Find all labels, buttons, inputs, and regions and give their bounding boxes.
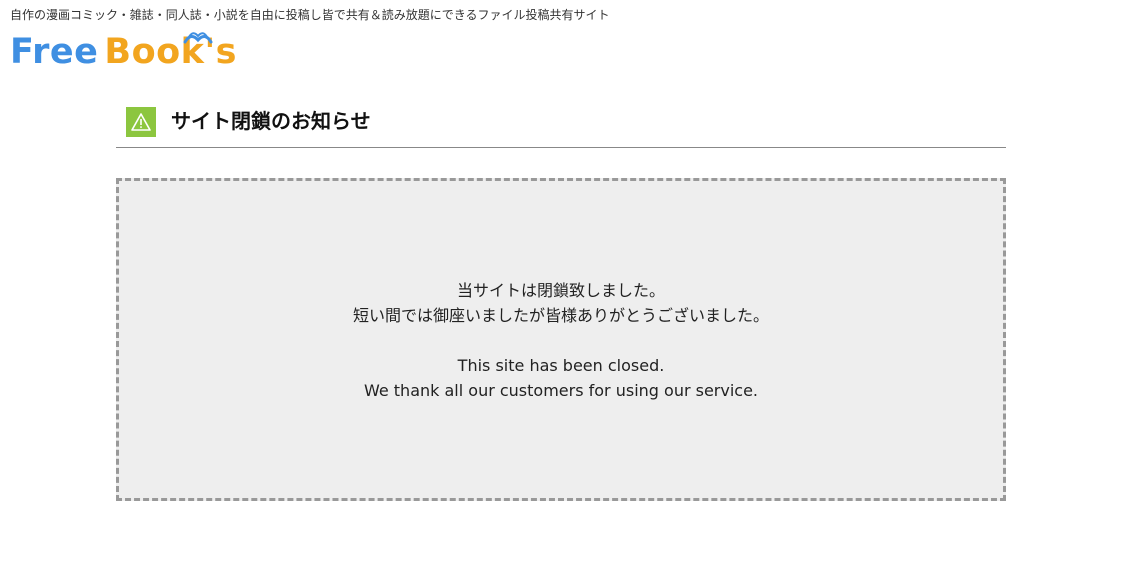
notice-en-line-2: We thank all our customers for using our…	[363, 381, 759, 400]
site-logo[interactable]: Free Book's	[10, 30, 237, 74]
logo-free-text: Free	[10, 32, 99, 72]
notice-en-line-1: This site has been closed.	[457, 356, 665, 375]
open-book-icon	[183, 32, 213, 44]
closure-notice-box: 当サイトは閉鎖致しました。 短い間では御座いましたが皆様ありがとうございました。…	[116, 178, 1006, 501]
notice-jp-line-2: 短い間では御座いましたが皆様ありがとうございました。	[352, 306, 769, 325]
notice-jp-line-1: 当サイトは閉鎖致しました。	[456, 281, 665, 300]
page-title: サイト閉鎖のお知らせ	[171, 109, 371, 133]
notice-message: 当サイトは閉鎖致しました。 短い間では御座いましたが皆様ありがとうございました。…	[119, 278, 1003, 403]
logo-books-text: Book's	[104, 32, 237, 72]
warning-icon	[131, 113, 151, 131]
notice-heading-bar: サイト閉鎖のお知らせ	[116, 106, 1006, 148]
notice-spacer	[119, 328, 1003, 353]
warning-badge	[126, 107, 156, 137]
site-tagline: 自作の漫画コミック・雑誌・同人誌・小説を自由に投稿し皆で共有＆読み放題にできるフ…	[10, 8, 610, 22]
